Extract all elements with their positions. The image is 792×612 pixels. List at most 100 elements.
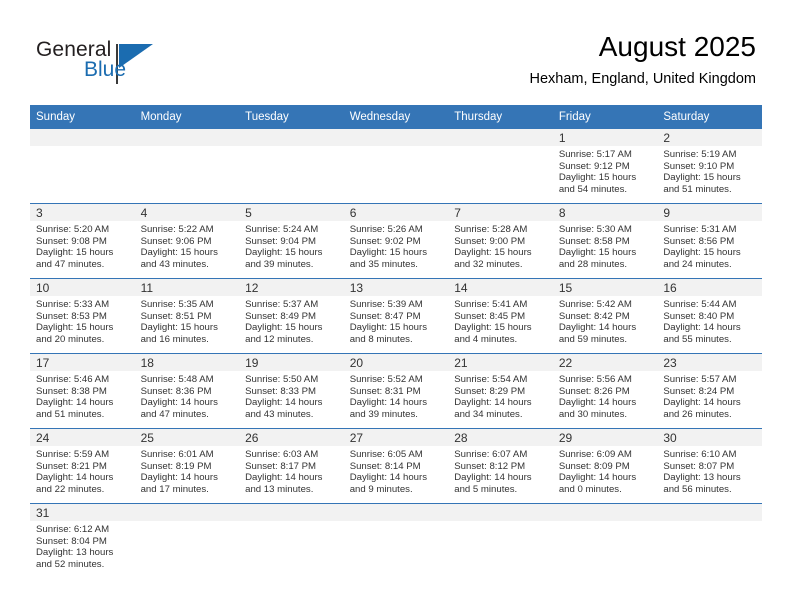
day-detail-lines <box>448 146 553 149</box>
calendar-day-cell[interactable]: 24 Sunrise: 5:59 AM Sunset: 8:21 PM Dayligh… <box>30 428 135 504</box>
day-daylight-1-text: Daylight: 15 hours <box>558 172 637 184</box>
day-cell-content: 15 Sunrise: 5:42 AM Sunset: 8:42 PM Dayligh… <box>552 279 658 353</box>
calendar-day-cell[interactable]: 11 Sunrise: 5:35 AM Sunset: 8:51 PM Dayligh… <box>134 278 240 354</box>
day-cell-content: 18 Sunrise: 5:48 AM Sunset: 8:36 PM Dayligh… <box>134 354 240 428</box>
day-detail-lines: Sunrise: 5:20 AM Sunset: 9:08 PM Daylight:… <box>30 221 135 270</box>
day-daylight-1-text: Daylight: 15 hours <box>245 322 323 334</box>
calendar-day-cell[interactable] <box>343 503 449 578</box>
day-cell-content: 7 Sunrise: 5:28 AM Sunset: 9:00 PM Daylight… <box>448 204 553 278</box>
day-detail-lines <box>239 146 344 149</box>
day-daylight-1-text: Daylight: 13 hours <box>36 547 114 559</box>
calendar-day-cell[interactable]: 26 Sunrise: 6:03 AM Sunset: 8:17 PM Dayligh… <box>239 428 344 504</box>
day-daylight-1-text: Daylight: 14 hours <box>140 397 218 409</box>
calendar-day-cell[interactable]: 2 Sunrise: 5:19 AM Sunset: 9:10 PM Daylight… <box>657 128 762 204</box>
calendar-day-cell[interactable]: 1 Sunrise: 5:17 AM Sunset: 9:12 PM Daylight… <box>552 128 658 204</box>
day-sunrise-text: Sunrise: 5:46 AM <box>36 374 110 385</box>
day-number <box>657 504 762 521</box>
calendar-day-cell[interactable]: 20 Sunrise: 5:52 AM Sunset: 8:31 PM Dayligh… <box>343 353 449 429</box>
day-number <box>448 504 553 521</box>
day-number: 12 <box>239 279 344 296</box>
weekday-header-tuesday: Tuesday <box>239 105 344 129</box>
day-daylight-1-text: Daylight: 14 hours <box>558 397 637 409</box>
calendar-day-cell[interactable]: 25 Sunrise: 6:01 AM Sunset: 8:19 PM Dayligh… <box>134 428 240 504</box>
day-detail-lines: Sunrise: 5:33 AM Sunset: 8:53 PM Daylight:… <box>30 296 135 345</box>
calendar-day-cell[interactable] <box>239 503 344 578</box>
day-sunset-text: Sunset: 8:47 PM <box>349 310 421 322</box>
day-detail-lines: Sunrise: 5:19 AM Sunset: 9:10 PM Daylight:… <box>657 146 762 195</box>
day-number: 21 <box>448 354 553 371</box>
calendar-day-cell[interactable] <box>134 128 240 204</box>
day-detail-lines <box>657 521 762 524</box>
day-detail-lines: Sunrise: 5:46 AM Sunset: 8:38 PM Daylight:… <box>30 371 135 420</box>
day-daylight-1-text: Daylight: 14 hours <box>349 472 428 484</box>
day-sunset-text: Sunset: 8:31 PM <box>349 385 421 397</box>
day-daylight-2-text: and 28 minutes. <box>558 258 628 270</box>
day-cell-content <box>134 129 240 203</box>
calendar-day-cell[interactable]: 9 Sunrise: 5:31 AM Sunset: 8:56 PM Daylight… <box>657 203 762 279</box>
day-daylight-1-text: Daylight: 15 hours <box>140 247 218 259</box>
calendar-week-row: 31 Sunrise: 6:12 AM Sunset: 8:04 PM Dayligh… <box>30 503 762 578</box>
day-cell-content: 9 Sunrise: 5:31 AM Sunset: 8:56 PM Daylight… <box>657 204 762 278</box>
day-daylight-2-text: and 56 minutes. <box>663 483 732 495</box>
calendar-day-cell[interactable]: 16 Sunrise: 5:44 AM Sunset: 8:40 PM Dayligh… <box>657 278 762 354</box>
day-daylight-1-text: Daylight: 14 hours <box>36 397 114 409</box>
calendar-day-cell[interactable]: 4 Sunrise: 5:22 AM Sunset: 9:06 PM Daylight… <box>134 203 240 279</box>
day-cell-content: 27 Sunrise: 6:05 AM Sunset: 8:14 PM Dayligh… <box>343 429 449 503</box>
day-sunset-text: Sunset: 8:14 PM <box>349 460 421 472</box>
day-cell-content <box>239 129 344 203</box>
calendar-day-cell[interactable]: 6 Sunrise: 5:26 AM Sunset: 9:02 PM Daylight… <box>343 203 449 279</box>
day-sunrise-text: Sunrise: 5:59 AM <box>36 449 110 460</box>
day-daylight-2-text: and 52 minutes. <box>36 558 105 570</box>
day-daylight-1-text: Daylight: 15 hours <box>454 322 532 334</box>
calendar-day-cell[interactable]: 30 Sunrise: 6:10 AM Sunset: 8:07 PM Dayligh… <box>657 428 762 504</box>
day-number: 1 <box>552 129 658 146</box>
day-sunset-text: Sunset: 8:38 PM <box>36 385 107 397</box>
day-number: 7 <box>448 204 553 221</box>
calendar-day-cell[interactable]: 5 Sunrise: 5:24 AM Sunset: 9:04 PM Daylight… <box>239 203 344 279</box>
calendar-day-cell[interactable] <box>343 128 449 204</box>
calendar-day-cell[interactable]: 14 Sunrise: 5:41 AM Sunset: 8:45 PM Dayligh… <box>448 278 553 354</box>
day-cell-content: 23 Sunrise: 5:57 AM Sunset: 8:24 PM Dayligh… <box>657 354 762 428</box>
calendar-day-cell[interactable]: 15 Sunrise: 5:42 AM Sunset: 8:42 PM Dayligh… <box>552 278 658 354</box>
day-daylight-2-text: and 43 minutes. <box>140 258 209 270</box>
calendar-day-cell[interactable] <box>552 503 658 578</box>
calendar-header-row: Sunday Monday Tuesday Wednesday Thursday… <box>30 105 762 129</box>
calendar-day-cell[interactable]: 31 Sunrise: 6:12 AM Sunset: 8:04 PM Dayligh… <box>30 503 135 578</box>
calendar-day-cell[interactable]: 19 Sunrise: 5:50 AM Sunset: 8:33 PM Dayligh… <box>239 353 344 429</box>
calendar-day-cell[interactable]: 3 Sunrise: 5:20 AM Sunset: 9:08 PM Daylight… <box>30 203 135 279</box>
calendar-day-cell[interactable] <box>239 128 344 204</box>
day-sunrise-text: Sunrise: 5:44 AM <box>663 299 737 310</box>
calendar-day-cell[interactable] <box>30 128 135 204</box>
day-detail-lines: Sunrise: 5:59 AM Sunset: 8:21 PM Daylight:… <box>30 446 135 495</box>
calendar-day-cell[interactable]: 12 Sunrise: 5:37 AM Sunset: 8:49 PM Dayligh… <box>239 278 344 354</box>
calendar-day-cell[interactable]: 13 Sunrise: 5:39 AM Sunset: 8:47 PM Dayligh… <box>343 278 449 354</box>
day-detail-lines <box>239 521 344 524</box>
day-number: 13 <box>343 279 449 296</box>
calendar-day-cell[interactable]: 8 Sunrise: 5:30 AM Sunset: 8:58 PM Daylight… <box>552 203 658 279</box>
day-detail-lines <box>30 146 135 149</box>
day-number <box>448 129 553 146</box>
calendar-day-cell[interactable]: 27 Sunrise: 6:05 AM Sunset: 8:14 PM Dayligh… <box>343 428 449 504</box>
calendar-day-cell[interactable]: 23 Sunrise: 5:57 AM Sunset: 8:24 PM Dayligh… <box>657 353 762 429</box>
day-sunrise-text: Sunrise: 5:33 AM <box>36 299 110 310</box>
calendar-day-cell[interactable]: 21 Sunrise: 5:54 AM Sunset: 8:29 PM Dayligh… <box>448 353 553 429</box>
calendar-day-cell[interactable]: 22 Sunrise: 5:56 AM Sunset: 8:26 PM Dayligh… <box>552 353 658 429</box>
calendar-day-cell[interactable] <box>134 503 240 578</box>
calendar-day-cell[interactable] <box>657 503 762 578</box>
general-blue-logo[interactable]: General Blue <box>36 38 236 88</box>
calendar-day-cell[interactable] <box>448 503 553 578</box>
calendar-day-cell[interactable]: 29 Sunrise: 6:09 AM Sunset: 8:09 PM Dayligh… <box>552 428 658 504</box>
calendar-day-cell[interactable]: 7 Sunrise: 5:28 AM Sunset: 9:00 PM Daylight… <box>448 203 553 279</box>
day-sunset-text: Sunset: 8:29 PM <box>454 385 526 397</box>
calendar-day-cell[interactable]: 28 Sunrise: 6:07 AM Sunset: 8:12 PM Dayligh… <box>448 428 553 504</box>
day-sunrise-text: Sunrise: 5:17 AM <box>558 149 632 160</box>
day-sunset-text: Sunset: 8:53 PM <box>36 310 107 322</box>
day-sunset-text: Sunset: 8:42 PM <box>558 310 630 322</box>
calendar-day-cell[interactable]: 17 Sunrise: 5:46 AM Sunset: 8:38 PM Dayligh… <box>30 353 135 429</box>
day-daylight-1-text: Daylight: 15 hours <box>349 247 428 259</box>
calendar-day-cell[interactable]: 10 Sunrise: 5:33 AM Sunset: 8:53 PM Dayligh… <box>30 278 135 354</box>
day-daylight-2-text: and 0 minutes. <box>558 483 622 495</box>
calendar-day-cell[interactable]: 18 Sunrise: 5:48 AM Sunset: 8:36 PM Dayligh… <box>134 353 240 429</box>
day-sunrise-text: Sunrise: 5:24 AM <box>245 224 319 235</box>
calendar-day-cell[interactable] <box>448 128 553 204</box>
